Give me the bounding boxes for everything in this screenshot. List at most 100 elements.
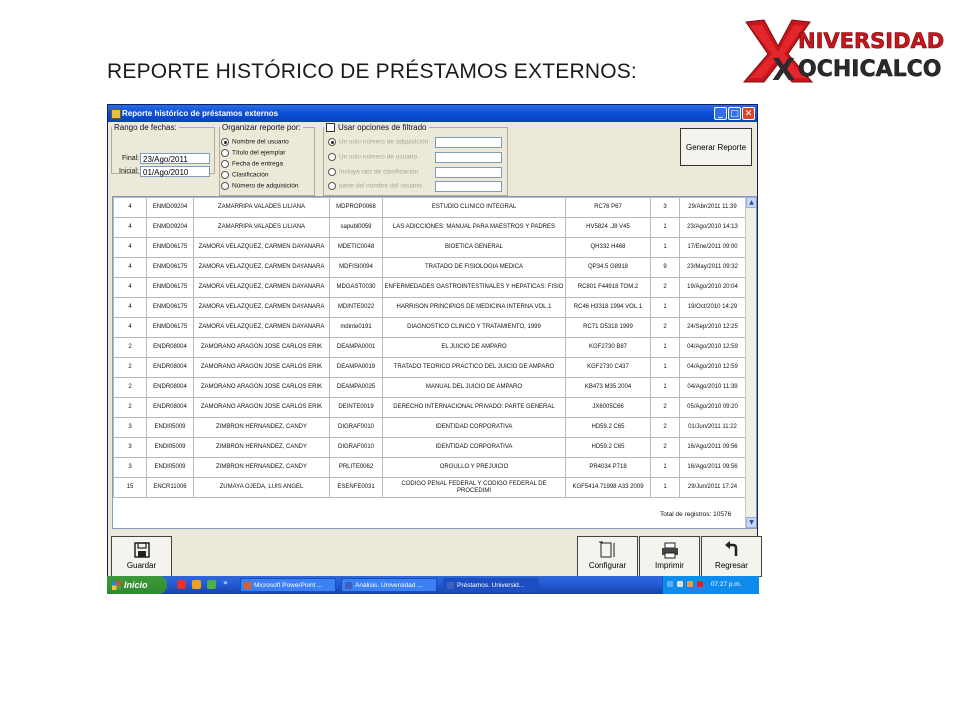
table-cell: MDFISI0094 [329, 257, 383, 278]
report-window: Reporte histórico de préstamos externos … [107, 104, 762, 594]
configure-button[interactable]: Configurar [577, 536, 638, 577]
table-cell: ENCR11006 [146, 477, 194, 498]
table-cell: 29/Jun/2011 17:24 [679, 477, 746, 498]
back-button[interactable]: Regresar [701, 536, 762, 577]
save-button-label: Guardar [126, 561, 157, 570]
quicklaunch-icon[interactable] [177, 580, 186, 589]
table-cell: 23/Ago/2010 14:13 [679, 217, 746, 238]
organize-legend: Organizar reporte por: [222, 123, 301, 132]
tray-icon[interactable] [677, 581, 683, 588]
table-row[interactable]: 4 ENMD06175 ZAMORA VELAZQUEZ, CARMEN DAYAN… [113, 277, 746, 298]
filter-option-classification[interactable]: Incluya raíz de clasificación [328, 168, 418, 176]
radio-icon [221, 149, 229, 157]
table-cell: 04/Ago/2010 11:39 [679, 377, 746, 398]
close-button[interactable]: ✕ [742, 107, 755, 120]
organize-option-classification[interactable]: Clasificación [221, 171, 269, 179]
filter-option-name[interactable]: parte del nombre del usuario [328, 182, 422, 190]
report-table: 4 ENMD09204 ZAMARRIPA VALADES LILIANA MDPRO… [113, 197, 746, 498]
filter-option-user[interactable]: Un solo número de usuario [328, 153, 417, 161]
table-row[interactable]: 4 ENMD06175 ZAMORA VELAZQUEZ, CARMEN DAYAN… [113, 297, 746, 318]
table-row[interactable]: 4 ENMD06175 ZAMORA VELAZQUEZ, CARMEN DAYAN… [113, 317, 746, 338]
organize-option-user[interactable]: Nombre del usuario [221, 138, 289, 146]
start-date-input[interactable]: 01/Ago/2010 [140, 166, 210, 177]
table-cell: EL JUICIO DE AMPARO [382, 337, 566, 358]
filter-classification-input[interactable] [435, 167, 502, 178]
table-cell: 4 [113, 277, 147, 298]
table-cell: HD59.2 C65 [565, 437, 651, 458]
filter-acquisition-input[interactable] [435, 137, 502, 148]
radio-icon [328, 153, 336, 161]
table-cell: 2 [113, 337, 147, 358]
tray-icon[interactable] [687, 581, 693, 588]
table-row[interactable]: 2 ENDR08004 ZAMORANO ARAGON JOSE CARLOS ER… [113, 337, 746, 358]
table-cell: ESENFE0031 [329, 477, 383, 498]
report-grid[interactable]: 4 ENMD09204 ZAMARRIPA VALADES LILIANA MDPRO… [112, 196, 757, 529]
table-cell: BIOETICA GENERAL [382, 237, 566, 258]
table-row[interactable]: 3 ENDI05009 ZIMBRON HERNANDEZ, CANDY DIGRAF… [113, 437, 746, 458]
filter-option-label: Un solo número de usuario [339, 153, 418, 161]
table-cell: ZAMORA VELAZQUEZ, CARMEN DAYANARA [193, 317, 330, 338]
task-prestamos[interactable]: Préstamos. Universid... [443, 578, 539, 592]
filter-name-input[interactable] [435, 181, 502, 192]
table-cell: ENMD06175 [146, 277, 194, 298]
radio-icon [328, 138, 336, 146]
table-cell: ESTUDIO CLINICO INTEGRAL [382, 197, 566, 218]
table-row[interactable]: 4 ENMD06175 ZAMORA VELAZQUEZ, CARMEN DAYAN… [113, 257, 746, 278]
table-row[interactable]: 4 ENMD09204 ZAMARRIPA VALADES LILIANA sapub… [113, 217, 746, 238]
radio-icon [328, 182, 336, 190]
table-row[interactable]: 4 ENMD09204 ZAMARRIPA VALADES LILIANA MDPRO… [113, 197, 746, 218]
vertical-scrollbar[interactable]: ▲ ▼ [745, 197, 756, 528]
table-cell: ENMD06175 [146, 297, 194, 318]
report-table-body: 4 ENMD09204 ZAMARRIPA VALADES LILIANA MDPRO… [113, 197, 746, 498]
scroll-up-icon[interactable]: ▲ [746, 197, 756, 208]
table-cell: 2 [113, 357, 147, 378]
table-cell: 05/Ago/2010 09:20 [679, 397, 746, 418]
quicklaunch-overflow-icon[interactable]: » [223, 578, 228, 587]
table-row[interactable]: 3 ENDI05009 ZIMBRON HERNANDEZ, CANDY PRLITE… [113, 457, 746, 478]
floppy-disk-icon [133, 542, 150, 558]
quicklaunch-icon[interactable] [207, 580, 216, 589]
print-button[interactable]: Imprimir [639, 536, 700, 577]
table-row[interactable]: 4 ENMD06175 ZAMORA VELAZQUEZ, CARMEN DAYAN… [113, 237, 746, 258]
organize-option-date[interactable]: Fecha de entrega [221, 160, 283, 168]
scroll-down-icon[interactable]: ▼ [746, 517, 756, 528]
university-logo: NIVERSIDAD X OCHICALCO [738, 16, 948, 88]
table-cell: ZIMBRON HERNANDEZ, CANDY [193, 417, 330, 438]
table-cell: ZAMORA VELAZQUEZ, CARMEN DAYANARA [193, 237, 330, 258]
table-cell: 4 [113, 257, 147, 278]
end-date-input[interactable]: 23/Ago/2011 [140, 153, 210, 164]
table-cell: 3 [113, 437, 147, 458]
filter-checkbox[interactable] [326, 123, 335, 133]
table-row[interactable]: 2 ENDR08004 ZAMORANO ARAGON JOSE CARLOS ER… [113, 357, 746, 378]
quicklaunch-icon[interactable] [192, 580, 201, 589]
organize-option-acquisition[interactable]: Número de adquisición [221, 182, 298, 190]
table-row[interactable]: 15 ENCR11006 ZUMAYA OJEDA, LUIS ANGEL ESENF… [113, 477, 746, 498]
table-cell: ZUMAYA OJEDA, LUIS ANGEL [193, 477, 330, 498]
organize-option-title[interactable]: Título del ejemplar [221, 149, 285, 157]
table-cell: ENDR08004 [146, 377, 194, 398]
tray-icon[interactable] [697, 581, 703, 588]
minimize-button[interactable]: _ [714, 107, 727, 120]
table-cell: ZAMARRIPA VALADES LILIANA [193, 217, 330, 238]
window-titlebar[interactable]: Reporte histórico de préstamos externos … [108, 105, 757, 122]
filter-legend[interactable]: Usar opciones de filtrado [324, 123, 429, 133]
maximize-button[interactable]: □ [728, 107, 741, 120]
task-powerpoint[interactable]: Microsoft PowerPoint ... [240, 578, 336, 592]
table-cell: ZIMBRON HERNANDEZ, CANDY [193, 457, 330, 478]
table-row[interactable]: 2 ENDR08004 ZAMORANO ARAGON JOSE CARLOS ER… [113, 377, 746, 398]
filter-user-input[interactable] [435, 152, 502, 163]
table-row[interactable]: 3 ENDI05009 ZIMBRON HERNANDEZ, CANDY DIGRAF… [113, 417, 746, 438]
tray-icon[interactable] [667, 581, 673, 588]
table-cell: KGF5414.71998 A33 2009 [565, 477, 651, 498]
table-cell: ENMD06175 [146, 257, 194, 278]
filter-option-label: parte del nombre del usuario [339, 182, 422, 190]
save-button[interactable]: Guardar [111, 536, 172, 577]
start-button[interactable]: Inicio [107, 576, 167, 594]
filter-option-acquisition[interactable]: Un solo número de adquisición [328, 138, 428, 146]
generate-report-button[interactable]: Generar Reporte [680, 128, 752, 166]
table-cell: 2 [113, 377, 147, 398]
table-row[interactable]: 2 ENDR08004 ZAMORANO ARAGON JOSE CARLOS ER… [113, 397, 746, 418]
task-analisis[interactable]: Análisis. Universidad ... [341, 578, 437, 592]
table-cell: 19/Ago/2010 20:04 [679, 277, 746, 298]
organize-option-label: Título del ejemplar [232, 149, 286, 157]
